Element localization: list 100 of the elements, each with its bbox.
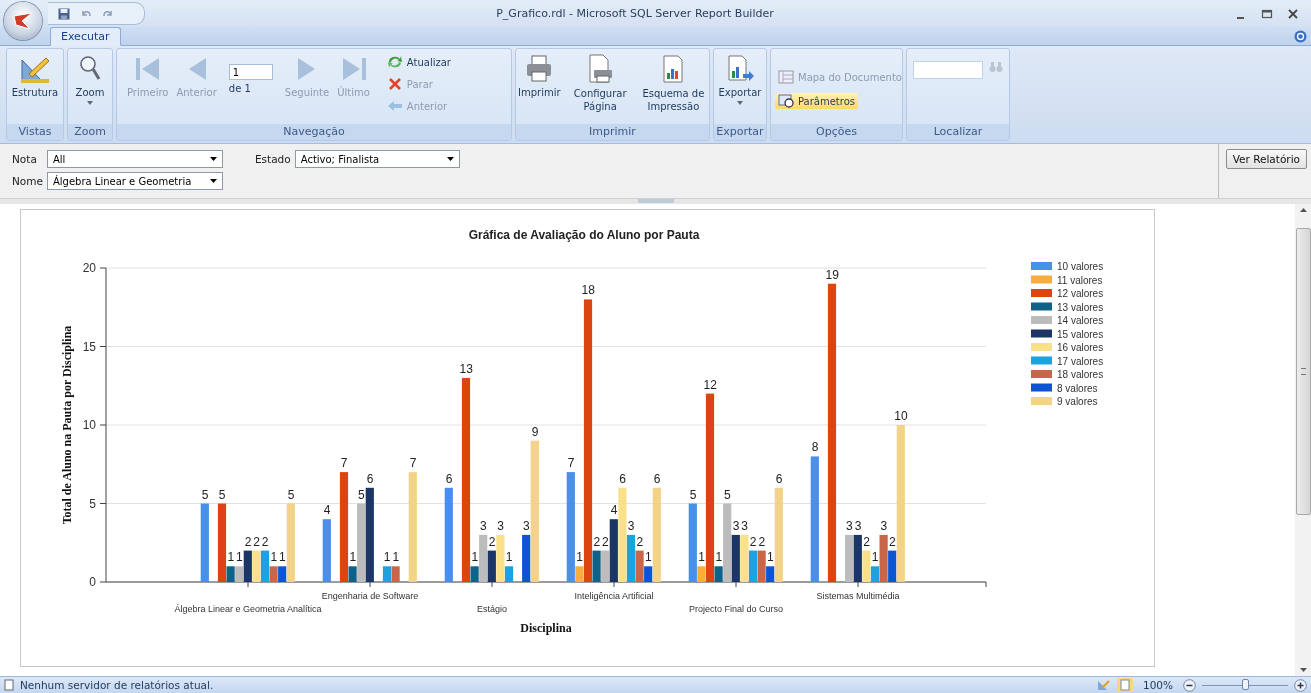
legend-label: 12 valores [1057,288,1104,299]
splitter-handle[interactable] [637,199,674,203]
maximize-icon[interactable] [1261,7,1273,20]
print-layout-button[interactable]: Esquema de Impressão [637,54,709,113]
parameter-label: Estado [254,153,291,165]
group-label: Navegação [117,124,511,140]
bar-value-label: 1 [715,550,723,565]
bar-value-label: 5 [724,487,731,502]
bar-value-label: 3 [846,518,853,533]
bar-value-label: 3 [480,518,487,533]
bar-value-label: 2 [593,534,601,549]
legend-label: 10 valores [1057,261,1104,272]
bar-value-label: 12 [703,377,717,392]
view-report-button[interactable]: Ver Relatório [1225,149,1307,169]
bar-value-label: 7 [567,456,575,471]
x-axis-title: Disciplina [520,621,572,635]
app-logo [12,11,34,31]
bar-value-label: 1 [871,550,879,565]
application-menu-button[interactable] [4,2,42,40]
find-field[interactable] [913,61,983,79]
ribbon-tab[interactable]: Executar [50,27,121,46]
legend-label: 18 valores [1057,369,1104,380]
status-message: Nenhum servidor de relatórios atual. [20,679,214,691]
export-button[interactable]: Exportar [716,54,764,105]
bar-value-label: 2 [758,534,766,549]
group-label: Exportar [714,124,766,140]
grade-dropdown[interactable]: All [46,150,223,168]
y-tick-label: 5 [89,496,96,511]
bar-value-label: 18 [581,283,595,298]
save-icon[interactable] [58,7,70,20]
bar-value-label: 7 [409,456,417,471]
legend-label: 11 valores [1057,274,1103,286]
refresh-icon [386,55,403,69]
bar-value-label: 1 [270,550,278,565]
bar-value-label: 3 [741,518,748,533]
bar-value-label: 6 [366,471,374,486]
close-icon[interactable] [1287,7,1299,20]
dropdown-arrow-icon [209,157,217,161]
bar-value-label: 2 [244,534,252,549]
group-label: Zoom [68,124,112,140]
bar [391,566,400,582]
bar-value-label: 13 [459,361,473,376]
bar-value-label: 1 [383,550,391,565]
bar-value-label: 19 [825,267,839,282]
y-tick-label: 0 [89,575,96,589]
bar-value-label: 1 [698,550,705,565]
group-label: Opções [771,124,902,140]
dropdown-arrow-icon [446,157,454,161]
design-button[interactable]: Estrutura [9,54,61,98]
legend-label: 16 valores [1057,342,1104,353]
bar-value-label: 5 [218,487,226,502]
category-label: Projecto Final do Curso [689,604,783,614]
y-tick-label: 20 [82,261,96,275]
bar-value-label: 1 [645,550,652,565]
bar-value-label: 2 [253,534,260,549]
legend-label: 17 valores [1057,355,1104,367]
bar-value-label: 6 [775,471,783,486]
y-tick-label: 15 [82,339,96,354]
legend-label: 13 valores [1057,301,1104,313]
zoom-in-icon[interactable] [1294,678,1307,692]
bar-value-label: 1 [279,550,286,565]
name-dropdown[interactable]: Álgebra Linear e Geometria [46,172,223,190]
bar-value-label: 2 [863,534,870,549]
vertical-scrollbar[interactable] [1295,204,1311,676]
window-title: P_Grafico.rdl - Microsoft SQL Server Report Builder [495,7,775,20]
category-label: Inteligência Artificial [574,591,654,601]
page-number-field[interactable]: 1 [228,64,273,80]
group-label: Localizar [907,124,1009,140]
bar-value-label: 8 [811,440,819,455]
bar-value-label: 1 [392,550,400,565]
parameter-label: Nota [12,153,38,165]
legend-label: 15 valores [1057,328,1104,340]
scroll-up-icon[interactable] [1299,208,1307,212]
bar-value-label: 5 [201,487,209,502]
bar-value-label: 1 [349,550,357,565]
bar-value-label: 1 [236,550,243,565]
help-icon[interactable] [1294,29,1307,43]
zoom-slider-thumb[interactable] [1242,678,1249,690]
print-button[interactable]: Imprimir [516,54,563,98]
zoom-out-icon[interactable] [1183,678,1196,692]
bar-value-label: 5 [358,487,365,502]
zoom-level: 100% [1142,679,1173,691]
bar-value-label: 2 [889,534,896,549]
stop-icon [386,77,403,91]
bar-value-label: 1 [767,550,774,565]
bar-value-label: 7 [340,456,348,471]
category-label: Estágio [477,604,507,614]
caret-icon [737,101,743,105]
refresh-button[interactable]: Atualizar [383,54,454,70]
table-icon [778,70,794,84]
status-dropdown[interactable]: Activo; Finalista [294,150,460,168]
bar-value-label: 1 [227,550,235,565]
scroll-down-icon[interactable] [1299,668,1307,672]
bar-value-label: 6 [619,471,626,486]
bar [382,566,392,582]
category-label: Engenharia de Software [321,591,419,601]
page-setup-button[interactable]: Configurar Página [564,54,636,113]
parameters-button[interactable]: Parâmetros [775,93,858,109]
zoom-button[interactable]: Zoom [73,54,107,105]
legend-label: 9 valores [1057,396,1098,407]
